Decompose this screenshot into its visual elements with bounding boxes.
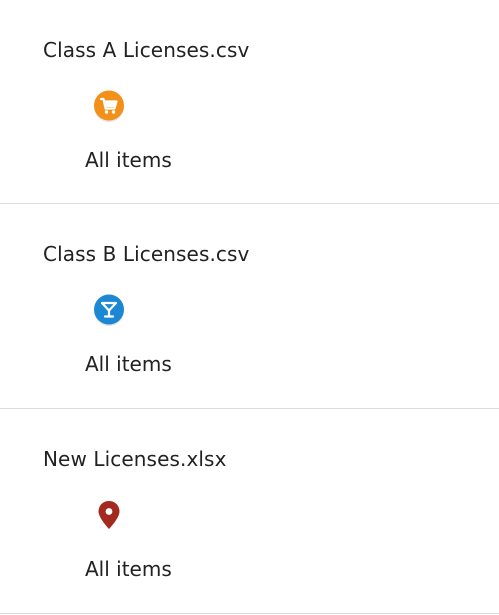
layer-title: Class B Licenses.csv <box>43 242 250 266</box>
layer-title: New Licenses.xlsx <box>43 447 227 471</box>
layer-item-class-a[interactable]: Class A Licenses.csv All items <box>0 0 499 204</box>
layer-subtitle: All items <box>85 557 172 581</box>
layer-subtitle: All items <box>85 148 172 172</box>
shopping-cart-icon <box>92 89 126 123</box>
map-pin-icon <box>92 498 126 532</box>
layer-title: Class A Licenses.csv <box>43 38 250 62</box>
layer-item-new-licenses[interactable]: New Licenses.xlsx All items <box>0 409 499 614</box>
layer-subtitle: All items <box>85 352 172 376</box>
cocktail-glass-icon <box>92 293 126 327</box>
layer-item-class-b[interactable]: Class B Licenses.csv All items <box>0 204 499 409</box>
layer-list: Class A Licenses.csv All items Class B L… <box>0 0 499 614</box>
